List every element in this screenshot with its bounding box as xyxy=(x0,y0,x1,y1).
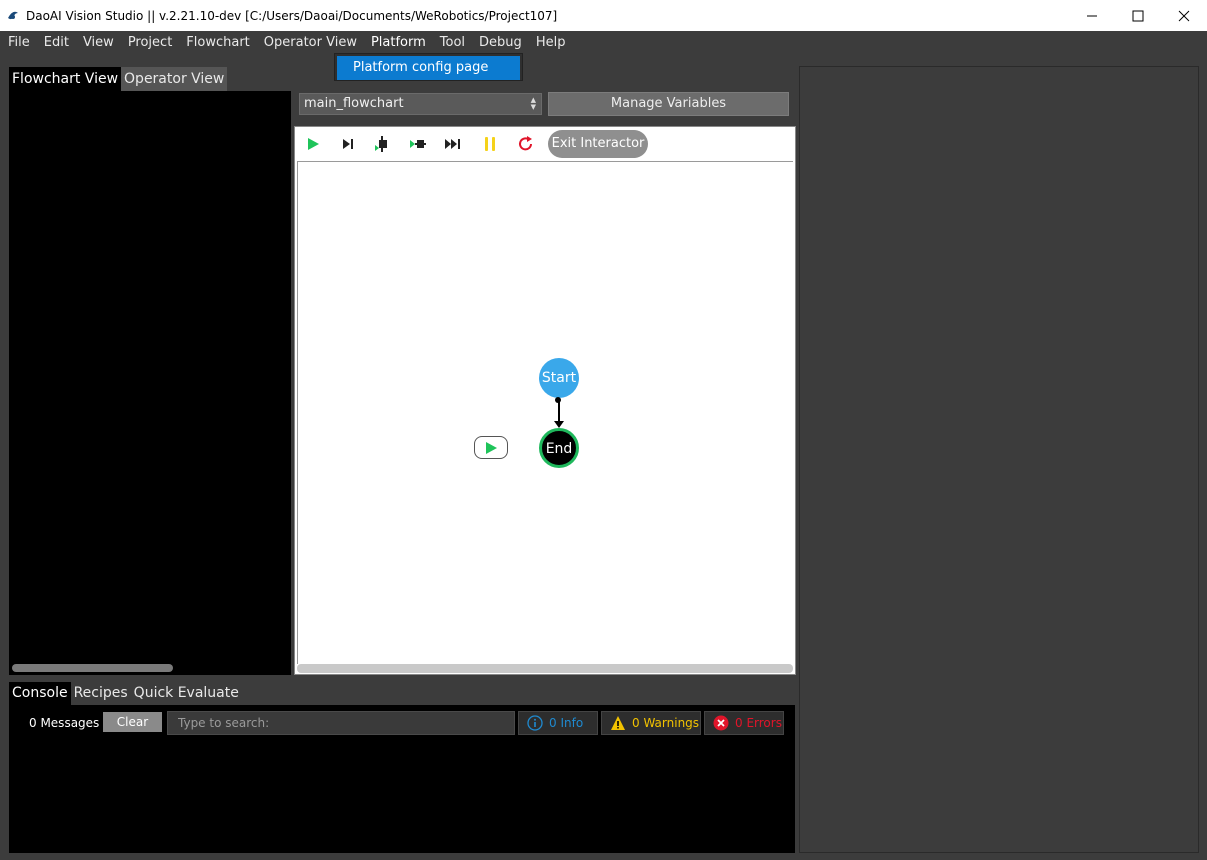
platform-menu-dropdown: Platform config page xyxy=(334,53,523,81)
app-logo-icon xyxy=(8,11,18,19)
info-filter-button[interactable]: 0 Info xyxy=(518,711,598,735)
console-panel: 0 Messages Clear 0 Info 0 Warnings 0 Err… xyxy=(9,705,795,853)
close-button[interactable] xyxy=(1161,0,1207,31)
menu-file[interactable]: File xyxy=(1,31,37,54)
menu-help[interactable]: Help xyxy=(529,31,573,54)
connector-arrow-icon xyxy=(554,421,564,428)
menu-edit[interactable]: Edit xyxy=(37,31,76,54)
minimize-button[interactable] xyxy=(1069,0,1115,31)
errors-filter-button[interactable]: 0 Errors xyxy=(704,711,784,735)
menu-project[interactable]: Project xyxy=(121,31,179,54)
clear-button[interactable]: Clear xyxy=(103,712,162,732)
tab-recipes[interactable]: Recipes xyxy=(70,682,131,705)
left-panel-tabs: Flowchart View Operator View xyxy=(9,67,228,91)
window-title: DaoAI Vision Studio || v.2.21.10-dev [C:… xyxy=(26,8,558,23)
properties-panel xyxy=(799,66,1199,853)
console-search-input[interactable] xyxy=(167,711,515,735)
close-icon xyxy=(1178,10,1190,21)
pause-icon[interactable] xyxy=(481,135,499,153)
warning-icon xyxy=(611,716,625,730)
step-over-icon[interactable] xyxy=(409,135,427,153)
start-node[interactable]: Start xyxy=(539,358,579,398)
warnings-filter-button[interactable]: 0 Warnings xyxy=(601,711,701,735)
horizontal-scrollbar[interactable] xyxy=(12,664,173,672)
info-icon xyxy=(527,715,543,731)
menu-item-platform-config-page[interactable]: Platform config page xyxy=(337,56,520,80)
errors-count: 0 Errors xyxy=(735,716,782,730)
restart-icon[interactable] xyxy=(517,135,535,153)
select-arrows-icon: ▲ ▼ xyxy=(530,96,536,111)
menu-tool[interactable]: Tool xyxy=(433,31,472,54)
flowchart-select[interactable]: main_flowchart ▲ ▼ xyxy=(299,93,542,115)
play-icon xyxy=(486,441,497,454)
maximize-button[interactable] xyxy=(1115,0,1161,31)
manage-variables-button[interactable]: Manage Variables xyxy=(548,92,789,116)
end-node[interactable]: End xyxy=(539,428,579,468)
step-icon[interactable] xyxy=(339,135,357,153)
flowchart-editor: Exit Interactor Start End xyxy=(294,126,796,675)
message-count: 0 Messages xyxy=(29,716,100,730)
run-node-button[interactable] xyxy=(474,436,508,459)
canvas-horizontal-scrollbar[interactable] xyxy=(297,664,793,673)
tab-console[interactable]: Console xyxy=(9,682,71,705)
flowchart-tree-panel xyxy=(9,91,291,675)
tab-quick-evaluate[interactable]: Quick Evaluate xyxy=(130,682,242,705)
menu-flowchart[interactable]: Flowchart xyxy=(179,31,256,54)
step-into-icon[interactable] xyxy=(374,135,392,153)
flowchart-canvas[interactable]: Start End xyxy=(297,161,793,664)
run-icon[interactable] xyxy=(304,135,322,153)
minimize-icon xyxy=(1087,15,1097,16)
maximize-icon xyxy=(1132,10,1144,21)
exit-interactor-button[interactable]: Exit Interactor xyxy=(548,130,648,158)
menu-debug[interactable]: Debug xyxy=(472,31,529,54)
debug-toolbar: Exit Interactor xyxy=(295,127,795,161)
connector-line xyxy=(558,399,560,423)
fast-forward-icon[interactable] xyxy=(444,135,462,153)
menu-operator-view[interactable]: Operator View xyxy=(257,31,364,54)
warnings-count: 0 Warnings xyxy=(632,716,700,730)
menu-platform[interactable]: Platform xyxy=(364,31,433,54)
console-tabs: Console Recipes Quick Evaluate xyxy=(9,682,242,705)
error-icon xyxy=(713,715,729,731)
menu-view[interactable]: View xyxy=(76,31,121,54)
menu-bar: File Edit View Project Flowchart Operato… xyxy=(0,31,1207,54)
flowchart-select-value: main_flowchart xyxy=(304,96,404,111)
tab-operator-view[interactable]: Operator View xyxy=(121,67,228,91)
title-bar: DaoAI Vision Studio || v.2.21.10-dev [C:… xyxy=(0,0,1207,31)
info-count: 0 Info xyxy=(549,716,584,730)
tab-flowchart-view[interactable]: Flowchart View xyxy=(9,67,122,91)
